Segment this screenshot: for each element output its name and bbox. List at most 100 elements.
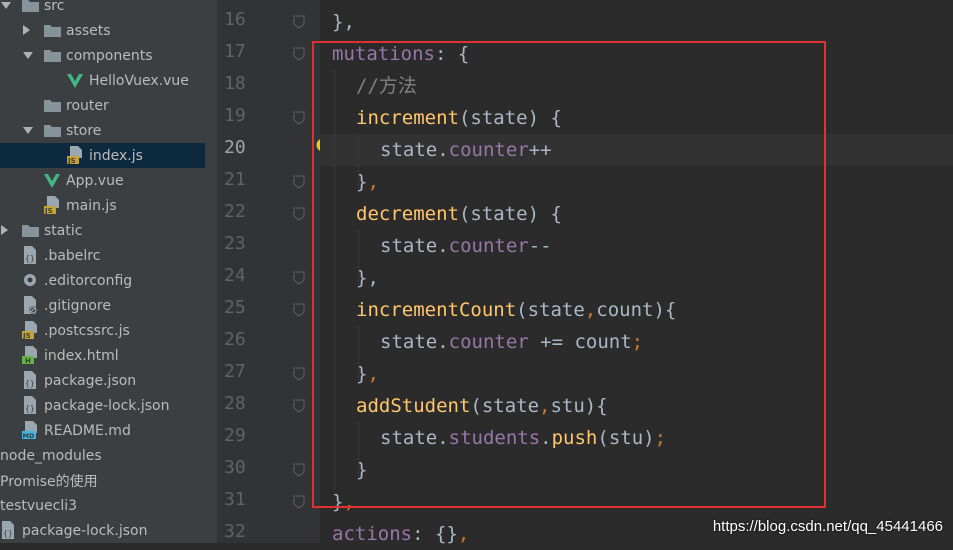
code-token: }, [332,11,355,33]
code-token: actions [332,523,413,545]
js-file-icon: JS [22,321,37,339]
code-line: actions: {}, [332,518,469,550]
code-line: }, [332,6,355,38]
fold-marker-icon[interactable] [293,271,305,285]
fold-marker-icon[interactable] [293,399,305,413]
tree-item[interactable]: {} package-lock.json [0,393,217,418]
code-token: : {} [412,523,458,545]
line-number: 30 [224,457,246,478]
line-number: 16 [224,9,246,30]
tree-item[interactable]: JS .postcssrc.js [0,318,217,343]
tree-item[interactable]: JS main.js [0,193,217,218]
line-number: 28 [224,393,246,414]
tree-item[interactable]: .editorconfig [0,268,217,293]
tree-item-label: static [44,222,83,239]
folder-icon [44,125,61,137]
line-number: 25 [224,297,246,318]
chevron-right-icon[interactable] [1,225,8,235]
folder-icon [44,100,61,112]
folder-icon [22,0,39,12]
json-file-icon: {} [2,521,14,539]
tree-item[interactable]: assets [0,18,217,43]
line-number: 17 [224,41,246,62]
tree-item-label: HelloVuex.vue [89,72,189,89]
fold-marker-icon[interactable] [293,111,305,125]
tree-item-label: testvuecli3 [0,497,78,514]
chevron-down-icon[interactable] [23,127,33,134]
json-file-icon: {} [24,396,36,414]
vue-file-icon [67,74,83,88]
tree-item[interactable]: .gitignore [0,293,217,318]
line-number: 19 [224,105,246,126]
line-number: 24 [224,265,246,286]
fold-marker-icon[interactable] [293,495,305,509]
js-file-icon: JS [44,196,59,214]
svg-text:MD: MD [23,432,35,439]
tree-item[interactable]: Promise的使用 [0,468,217,493]
svg-text:{}: {} [25,379,35,388]
svg-text:JS: JS [44,207,53,214]
tree-item-label: store [66,122,102,139]
line-number: 22 [224,201,246,222]
tree-item-label: .postcssrc.js [44,322,130,339]
folder-icon [44,25,61,37]
folder-icon [44,50,61,62]
tree-item[interactable]: store [0,118,217,143]
tree-item[interactable]: App.vue [0,168,217,193]
project-tree: src assets components HelloVuex.vue router st… [0,0,217,543]
fold-marker-icon[interactable] [293,15,305,29]
js-file-icon: JS [67,146,82,164]
fold-marker-icon[interactable] [293,207,305,221]
tree-scrollbar[interactable] [205,0,217,543]
tree-item-label: .gitignore [44,297,111,314]
tree-item-label: App.vue [66,172,124,189]
tree-item-label: router [66,97,109,114]
chevron-down-icon[interactable] [1,2,11,9]
tree-item[interactable]: {} .babelrc [0,243,217,268]
tree-item[interactable]: {} package-lock.json [0,518,217,543]
tree-item[interactable]: {} package.json [0,368,217,393]
fold-marker-icon[interactable] [293,175,305,189]
tree-item[interactable]: Hindex.html [0,343,217,368]
chevron-right-icon[interactable] [23,25,30,35]
line-number: 26 [224,329,246,350]
json-file-icon: {} [24,371,36,389]
red-highlight-annotation [312,41,826,508]
fold-marker-icon[interactable] [293,367,305,381]
tree-item-label: package-lock.json [22,522,148,539]
tree-item-label: index.js [89,147,143,164]
svg-text:H: H [25,357,31,364]
tree-item[interactable]: components [0,43,217,68]
line-number: 18 [224,73,246,94]
chevron-down-icon[interactable] [23,52,33,59]
tree-item-label: README.md [44,422,131,439]
gitignore-file-icon [24,296,37,314]
svg-text:JS: JS [22,332,31,339]
tree-item[interactable]: src [0,0,217,18]
tree-item[interactable]: router [0,93,217,118]
gear-icon [24,274,36,286]
html-file-icon: H [22,346,37,364]
svg-text:{}: {} [3,529,13,538]
tree-item[interactable]: testvuecli3 [0,493,217,518]
tree-item[interactable]: node_modules [0,443,217,468]
fold-marker-icon[interactable] [293,463,305,477]
tree-item[interactable]: JS index.js [0,143,217,168]
line-number: 21 [224,169,246,190]
tree-item-label: components [66,47,153,64]
line-number: 20 [224,137,246,158]
vue-file-icon [44,174,60,188]
line-number: 23 [224,233,246,254]
svg-text:{}: {} [25,404,35,413]
line-number: 29 [224,425,246,446]
code-token: , [457,523,470,545]
line-number: 27 [224,361,246,382]
tree-item-label: package-lock.json [44,397,170,414]
fold-marker-icon[interactable] [293,47,305,61]
tree-item-label: index.html [44,347,119,364]
tree-item[interactable]: HelloVuex.vue [0,68,217,93]
fold-marker-icon[interactable] [293,303,305,317]
tree-item[interactable]: static [0,218,217,243]
tree-item[interactable]: MD README.md [0,418,217,443]
folder-icon [22,225,39,237]
